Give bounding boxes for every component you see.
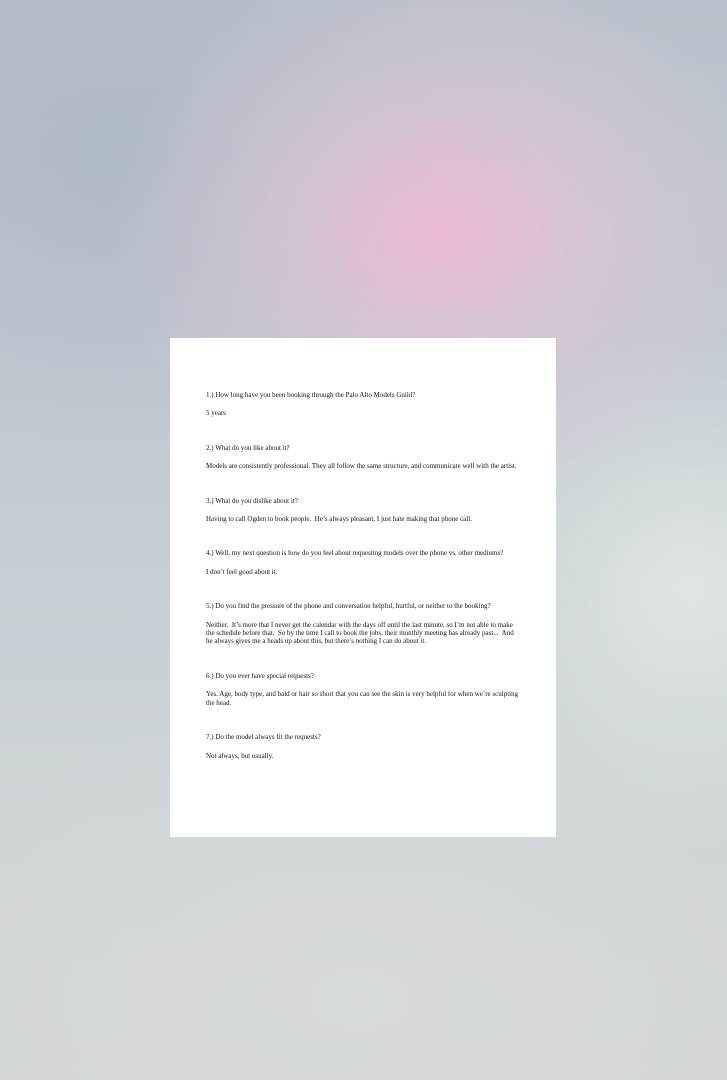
answer-text: Models are consistently professional. Th… bbox=[206, 462, 517, 471]
qa-item: 1.) How long have you been booking throu… bbox=[206, 391, 522, 418]
question-text: 1.) How long have you been booking throu… bbox=[206, 391, 416, 399]
question-text: 2.) What do you like about it? bbox=[206, 443, 290, 452]
answer-text: Yes. Age, body type, and bald or hair so… bbox=[206, 690, 520, 707]
answer-text: Not always, but usually. bbox=[206, 751, 274, 760]
answer-text: Neither. It’s more that I never get the … bbox=[206, 620, 516, 646]
answer-text: I don’t feel good about it. bbox=[206, 567, 278, 576]
answer-text: 5 years bbox=[206, 409, 227, 418]
question-text: 6.) Do you ever have special requests? bbox=[206, 671, 314, 680]
qa-item: 3.) What do you dislike about it? Having… bbox=[206, 497, 522, 524]
question-text: 3.) What do you dislike about it? bbox=[206, 496, 298, 505]
qa-item: 4.) Well, my next question is how do you… bbox=[206, 549, 522, 576]
question-text: 7.) Do the model always fit the requests… bbox=[206, 733, 321, 742]
qa-item: 6.) Do you ever have special requests? Y… bbox=[206, 672, 522, 707]
qa-item: 2.) What do you like about it? Models ar… bbox=[206, 444, 522, 471]
qa-item: 5.) Do you find the pressure of the phon… bbox=[206, 602, 522, 646]
answer-text: Having to call Ogden to book people. He’… bbox=[206, 515, 472, 524]
question-text: 5.) Do you find the pressure of the phon… bbox=[206, 602, 491, 611]
qa-item: 7.) Do the model always fit the requests… bbox=[206, 733, 522, 760]
question-text: 4.) Well, my next question is how do you… bbox=[206, 549, 504, 558]
document-page: 1.) How long have you been booking throu… bbox=[170, 338, 556, 837]
